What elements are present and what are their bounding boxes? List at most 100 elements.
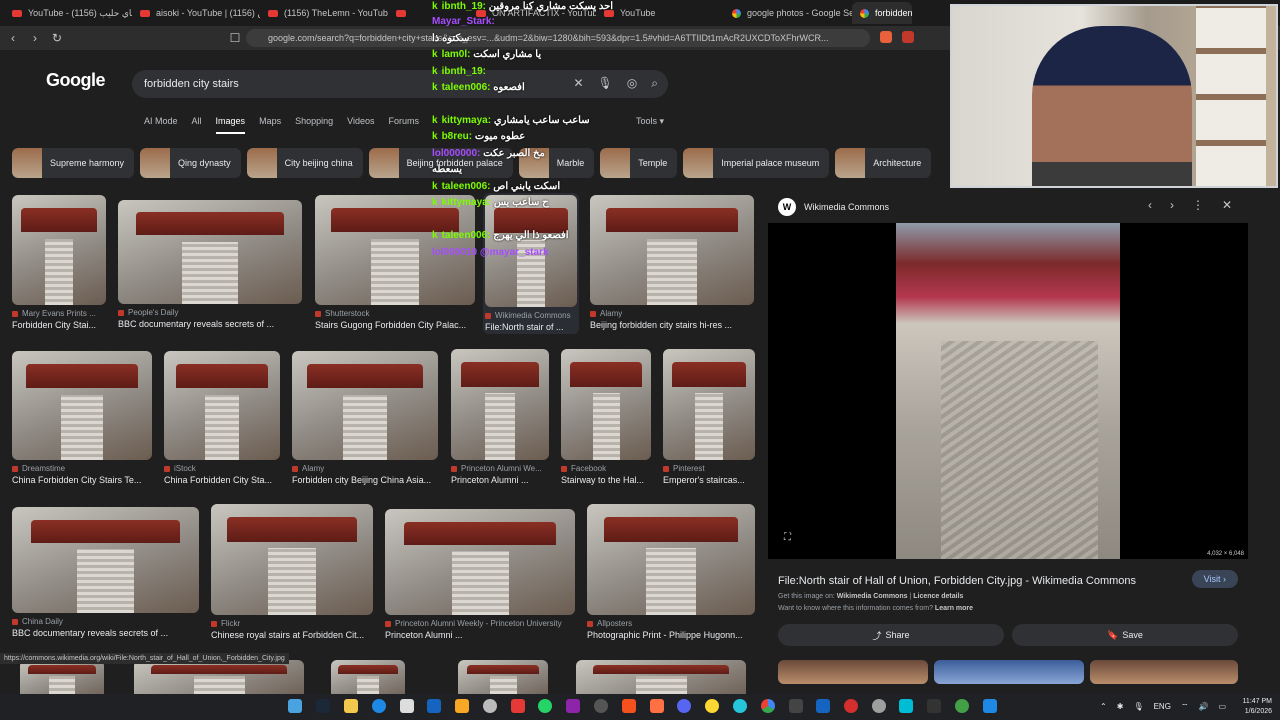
result-image[interactable] — [315, 195, 475, 305]
previous-icon[interactable]: ‹ — [1148, 198, 1152, 212]
image-result-selected[interactable]: Wikimedia Commons File:North stair of ..… — [483, 193, 579, 334]
browser-tab-active[interactable]: forbidden — [852, 2, 912, 24]
app-icon[interactable] — [705, 699, 719, 713]
result-caption[interactable]: BBC documentary reveals secrets of ... — [118, 319, 302, 329]
discord-icon[interactable] — [677, 699, 691, 713]
app-icon[interactable] — [955, 699, 969, 713]
chip[interactable]: Imperial palace museum — [683, 148, 830, 178]
result-image[interactable] — [458, 660, 548, 694]
language-indicator[interactable]: ENG — [1154, 702, 1171, 712]
image-result[interactable]: Princeton Alumni We... Princeton Alumni … — [451, 349, 549, 485]
notion-icon[interactable] — [789, 699, 803, 713]
app-icon[interactable] — [733, 699, 747, 713]
result-image[interactable] — [292, 351, 438, 460]
address-bar[interactable]: google.com/search?q=forbidden+city+stair… — [246, 29, 870, 47]
tab-ai-mode[interactable]: AI Mode — [144, 116, 178, 134]
result-image[interactable] — [12, 507, 199, 613]
google-logo[interactable]: Google — [46, 70, 106, 91]
store-icon[interactable] — [400, 699, 414, 713]
chip[interactable]: City beijing china — [246, 148, 363, 178]
battery-icon[interactable]: ▭ — [1218, 702, 1226, 712]
save-button[interactable]: 🔖 Save — [1012, 624, 1238, 646]
chip[interactable]: Supreme harmony — [12, 148, 135, 178]
image-result[interactable] — [458, 660, 548, 694]
reload-icon[interactable]: ↻ — [48, 29, 66, 47]
related-image[interactable] — [778, 660, 928, 684]
chip[interactable]: Architecture — [835, 148, 932, 178]
result-caption[interactable]: Chinese royal stairs at Forbidden Cit... — [211, 630, 373, 640]
related-image[interactable] — [1090, 660, 1238, 684]
result-image[interactable] — [576, 660, 746, 694]
clock[interactable]: 11:47 PM 1/6/2026 — [1243, 697, 1272, 717]
result-caption[interactable]: BBC documentary reveals secrets of ... — [12, 628, 199, 638]
result-caption[interactable]: Forbidden city Beijing China Asia... — [292, 475, 438, 485]
app-icon[interactable] — [983, 699, 997, 713]
more-options-icon[interactable]: ⋮ — [1192, 198, 1204, 212]
result-caption[interactable]: Stairs Gugong Forbidden City Palac... — [315, 320, 475, 330]
license-site-link[interactable]: Wikimedia Commons — [837, 593, 908, 600]
image-result[interactable]: iStock China Forbidden City Sta... — [164, 351, 280, 485]
result-image[interactable] — [385, 509, 575, 615]
chip[interactable]: Qing dynasty — [140, 148, 241, 178]
lens-icon[interactable]: ◎ — [627, 76, 637, 91]
mail-icon[interactable] — [427, 699, 441, 713]
share-button[interactable]: ⤴ Share — [778, 624, 1004, 646]
preview-image[interactable] — [896, 223, 1120, 559]
result-caption[interactable]: Princeton Alumni ... — [451, 475, 549, 485]
result-image[interactable] — [331, 660, 405, 694]
settings-icon[interactable] — [872, 699, 886, 713]
browser-tab[interactable]: aisoki - YouTube | زين (1156) — [132, 2, 260, 24]
image-result[interactable] — [576, 660, 746, 694]
tab-images[interactable]: Images — [215, 116, 246, 134]
brave-shield-icon[interactable] — [880, 31, 892, 43]
chevron-up-icon[interactable]: ⌃ — [1100, 702, 1107, 712]
wifi-icon[interactable]: ⌔ — [1181, 702, 1189, 712]
app-icon[interactable] — [844, 699, 858, 713]
result-image[interactable] — [587, 504, 755, 615]
file-explorer-icon[interactable] — [344, 699, 358, 713]
browser-tab[interactable]: ON ARTIFACTIX - YouTube — [468, 2, 596, 24]
app-icon[interactable] — [566, 699, 580, 713]
image-result[interactable]: China Daily BBC documentary reveals secr… — [12, 507, 199, 638]
extension-icon[interactable] — [902, 31, 914, 43]
search-box[interactable]: forbidden city stairs ✕ 🎙 ◎ ⌕ — [132, 70, 668, 98]
brave-icon[interactable] — [622, 699, 636, 713]
bluetooth-icon[interactable]: ✱ — [1117, 702, 1124, 712]
app-icon[interactable] — [511, 699, 525, 713]
chrome-icon[interactable] — [761, 699, 775, 713]
notes-icon[interactable] — [455, 699, 469, 713]
result-caption[interactable]: Emperor's staircas... — [663, 475, 755, 485]
result-image[interactable] — [12, 195, 106, 305]
browser-tab[interactable]: YouTube - شاي حليب (1156) — [4, 2, 132, 24]
result-caption[interactable]: China Forbidden City Sta... — [164, 475, 280, 485]
result-image[interactable] — [20, 660, 104, 694]
image-result[interactable]: Alamy Forbidden city Beijing China Asia.… — [292, 351, 438, 485]
tab-shopping[interactable]: Shopping — [295, 116, 333, 134]
licence-details-link[interactable]: Licence details — [913, 593, 963, 600]
result-image[interactable] — [561, 349, 651, 460]
result-image[interactable] — [134, 660, 304, 694]
search-input[interactable]: forbidden city stairs — [144, 78, 239, 90]
result-image[interactable] — [164, 351, 280, 460]
whatsapp-icon[interactable] — [538, 699, 552, 713]
result-image[interactable] — [590, 195, 754, 305]
tab-all[interactable]: All — [192, 116, 202, 134]
browser-tab[interactable]: google photos - Google Sear — [724, 2, 852, 24]
result-caption[interactable]: Forbidden City Stai... — [12, 320, 106, 330]
obs-icon[interactable] — [594, 699, 608, 713]
back-icon[interactable]: ‹ — [4, 29, 22, 47]
microphone-icon[interactable]: 🎙 — [1133, 702, 1143, 712]
bookmark-icon[interactable]: ☐ — [226, 29, 244, 47]
app-icon[interactable] — [650, 699, 664, 713]
image-result[interactable]: Flickr Chinese royal stairs at Forbidden… — [211, 504, 373, 640]
image-result[interactable] — [134, 660, 304, 694]
tab-maps[interactable]: Maps — [259, 116, 281, 134]
image-result[interactable]: Dreamstime China Forbidden City Stairs T… — [12, 351, 152, 485]
learn-more-link[interactable]: Learn more — [935, 605, 973, 612]
result-image[interactable] — [663, 349, 755, 460]
tools-button[interactable]: Tools ▾ — [636, 116, 664, 127]
result-caption[interactable]: Photographic Print - Philippe Hugonn... — [587, 630, 755, 640]
related-image[interactable] — [934, 660, 1084, 684]
image-result[interactable]: People's Daily BBC documentary reveals s… — [118, 200, 302, 329]
result-caption[interactable]: File:North stair of ... — [485, 322, 577, 332]
